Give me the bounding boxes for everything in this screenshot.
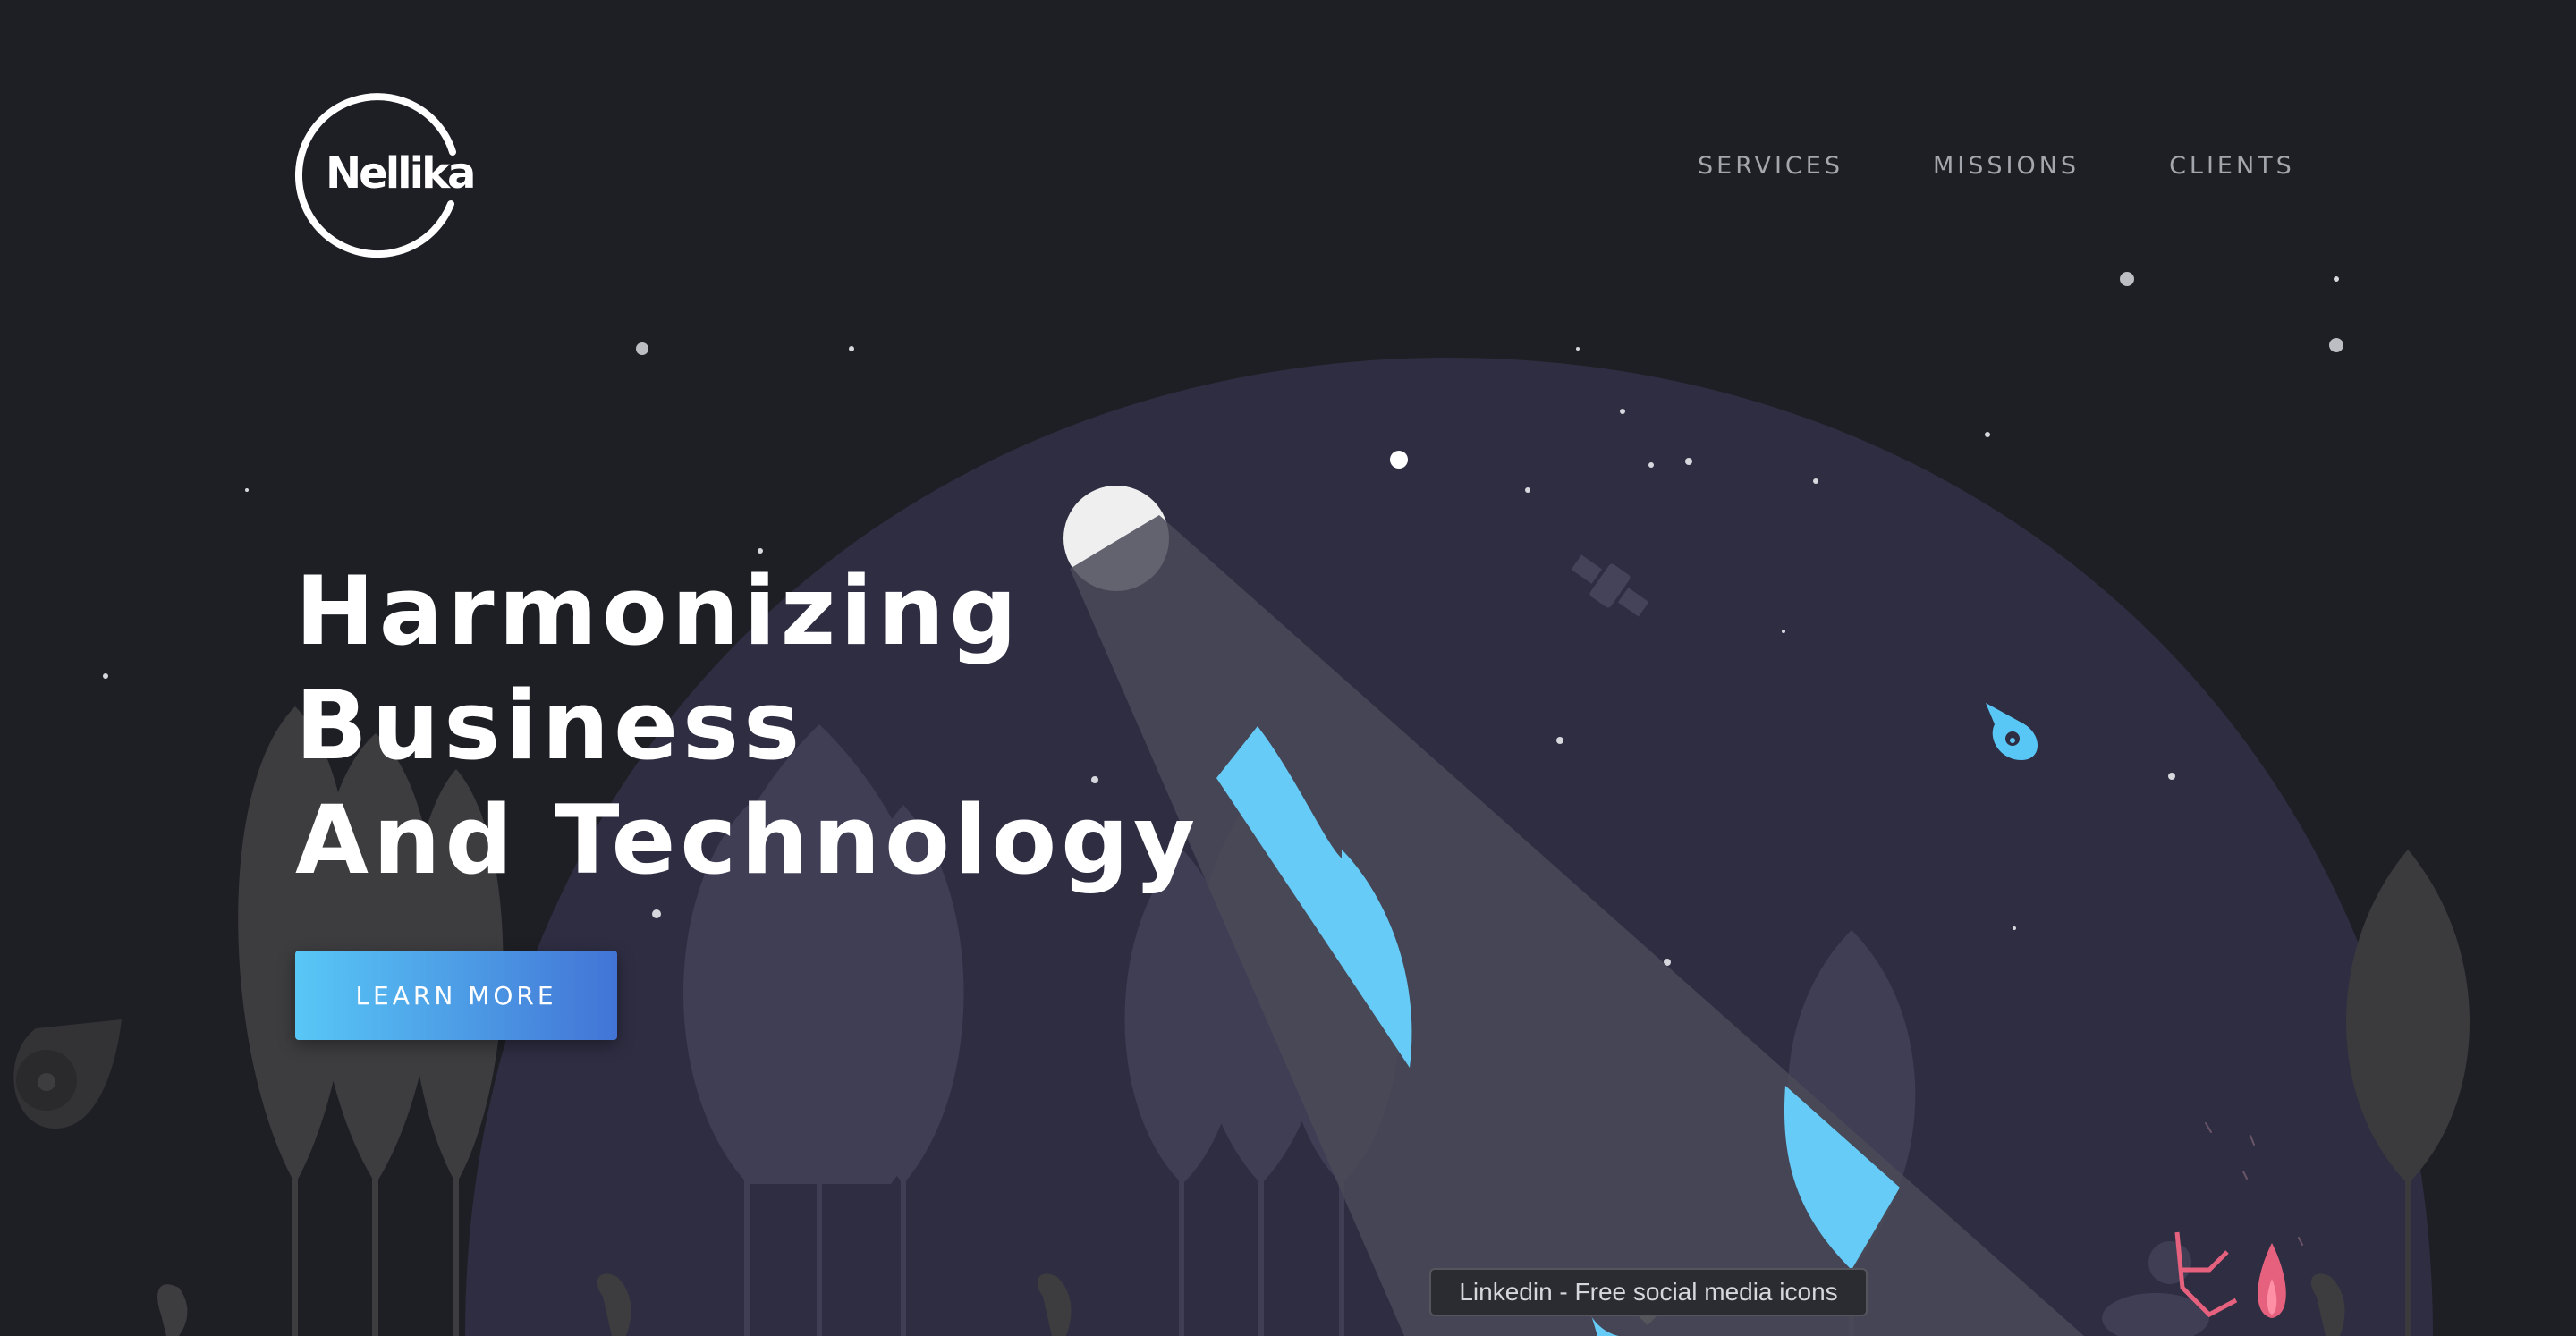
star <box>849 346 854 351</box>
star <box>1782 630 1785 633</box>
star <box>1576 347 1580 351</box>
star <box>245 488 249 492</box>
tooltip: Linkedin - Free social media icons <box>1429 1268 1868 1316</box>
star <box>1648 462 1654 468</box>
logo[interactable]: Nellika <box>293 89 476 259</box>
star <box>2329 338 2343 352</box>
star <box>636 342 648 355</box>
star <box>2168 773 2175 780</box>
star <box>758 548 763 554</box>
star <box>1525 487 1530 493</box>
star <box>2334 276 2339 282</box>
logo-text: Nellika <box>326 148 476 199</box>
star <box>1556 737 1563 744</box>
comet-grey <box>13 1019 123 1129</box>
main-nav: SERVICES MISSIONS CLIENTS <box>1698 148 2295 184</box>
star <box>1985 432 1990 437</box>
star <box>103 673 108 679</box>
learn-more-button[interactable]: LEARN MORE <box>295 951 617 1040</box>
nav-item-clients[interactable]: CLIENTS <box>2169 148 2295 184</box>
nav-item-missions[interactable]: MISSIONS <box>1933 148 2080 184</box>
nav-item-services[interactable]: SERVICES <box>1698 148 1843 184</box>
landing-page: Nellika SERVICES MISSIONS CLIENTS Harmon… <box>0 0 2576 1336</box>
star <box>2120 272 2134 286</box>
star <box>1685 458 1692 465</box>
hero-title-line: And Technology <box>295 785 1200 895</box>
star <box>1620 409 1625 414</box>
hero-title-line: Harmonizing <box>295 556 1021 666</box>
tooltip-arrow <box>1637 1315 1658 1325</box>
star <box>2012 926 2016 930</box>
hero-title: Harmonizing Business And Technology <box>295 554 1199 898</box>
star <box>1390 451 1408 469</box>
hero-title-line: Business <box>295 671 805 781</box>
star <box>652 909 661 918</box>
star <box>1813 478 1818 484</box>
